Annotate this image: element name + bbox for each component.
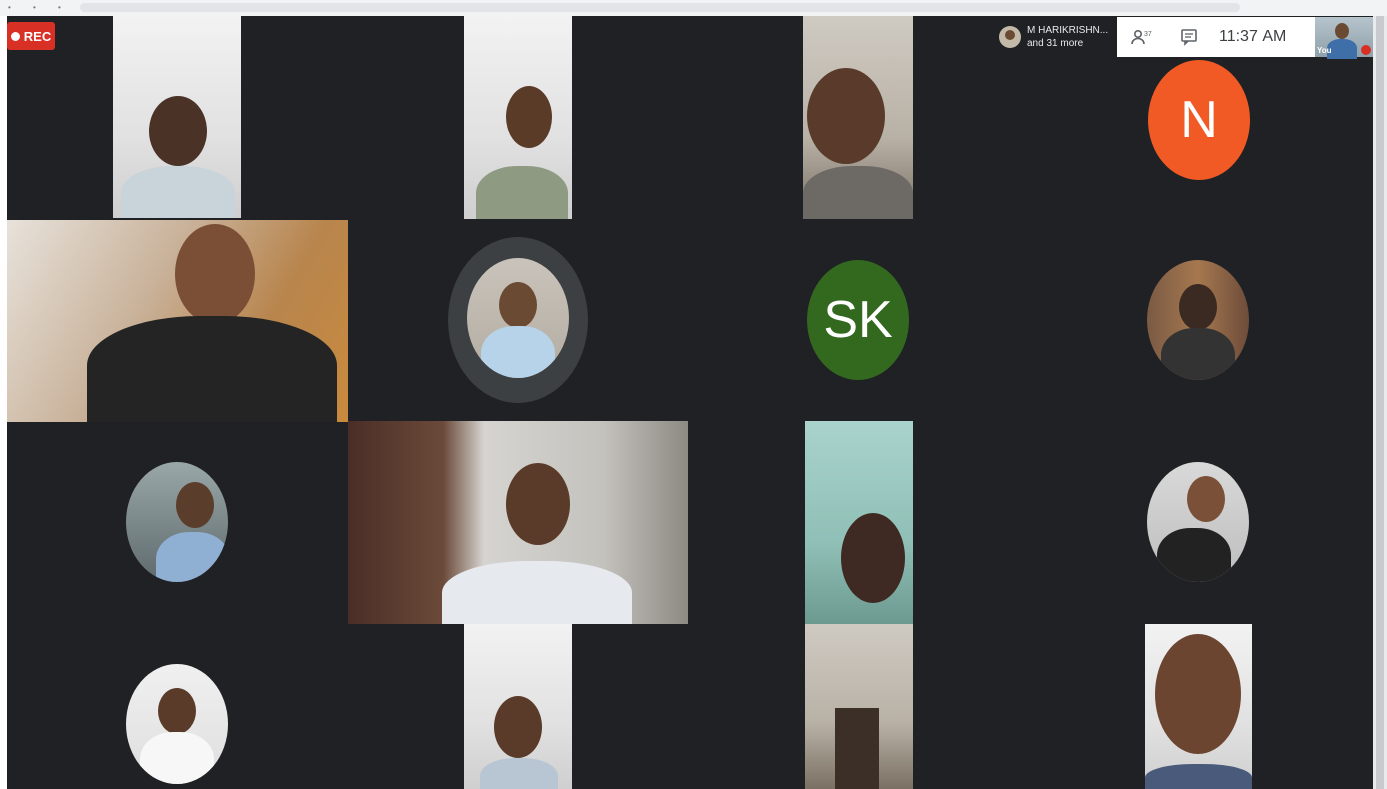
participant-body: [121, 166, 235, 218]
participant-avatar-photo[interactable]: [126, 664, 228, 784]
svg-text:37: 37: [1144, 31, 1152, 38]
participant-avatar-sk[interactable]: SK: [807, 260, 909, 380]
avatar-letter: N: [1180, 91, 1218, 149]
participant-body: [1145, 764, 1252, 789]
participant-head: [175, 224, 255, 324]
participant-head: [158, 688, 196, 734]
meeting-clock: 11:37 AM: [1219, 28, 1286, 46]
participant-head: [506, 86, 552, 148]
participant-head: [149, 96, 207, 166]
participant-body: [1161, 328, 1235, 380]
participants-summary[interactable]: M HARIKRISHN... and 31 more: [993, 17, 1117, 57]
participant-tile[interactable]: [464, 16, 572, 219]
scrollbar[interactable]: [1376, 16, 1384, 789]
meeting-grid: REC N SK M HARIKRISHN... and 31 more 37 …: [7, 16, 1373, 789]
recording-indicator: REC: [7, 22, 55, 50]
participant-body: [1157, 528, 1231, 582]
participant-head: [506, 463, 570, 545]
recording-label: REC: [23, 28, 52, 44]
participant-body: [481, 326, 555, 378]
participant-avatar-photo[interactable]: [126, 462, 228, 582]
participant-body: [140, 732, 214, 784]
participant-head: [176, 482, 214, 528]
participant-head: [1179, 284, 1217, 330]
participant-body: [803, 166, 913, 219]
participant-head: [494, 696, 542, 758]
people-icon[interactable]: 37: [1117, 17, 1165, 57]
self-view-thumbnail[interactable]: You: [1315, 17, 1373, 59]
participant-tile[interactable]: [113, 16, 241, 218]
avatar-letter: SK: [823, 291, 893, 349]
address-bar[interactable]: [80, 3, 1240, 12]
mic-off-icon: [1361, 45, 1371, 55]
self-head: [1335, 23, 1349, 39]
participant-head: [499, 282, 537, 328]
participant-head: [1187, 476, 1225, 522]
participant-avatar-photo[interactable]: [1147, 462, 1249, 582]
doorway: [835, 708, 879, 789]
participant-body: [442, 561, 632, 624]
participant-head: [807, 68, 885, 164]
record-dot-icon: [10, 31, 20, 41]
participant-avatar-photo[interactable]: [1147, 260, 1249, 380]
participant-tile-active[interactable]: [7, 220, 348, 422]
participant-tile[interactable]: [348, 421, 688, 624]
participant-tile[interactable]: [1145, 624, 1252, 789]
participant-tile[interactable]: [805, 624, 913, 789]
clock-time: 11:37: [1219, 28, 1258, 45]
meeting-top-bar: 37 11:37 AM: [1117, 17, 1315, 57]
participant-body: [480, 758, 558, 789]
chat-icon[interactable]: [1165, 17, 1213, 57]
clock-period: AM: [1262, 28, 1287, 45]
participant-tile[interactable]: [805, 421, 913, 624]
participant-avatar-photo[interactable]: [467, 258, 569, 378]
participant-body: [87, 316, 337, 422]
browser-nav-icons[interactable]: • • •: [8, 3, 71, 12]
participant-body: [476, 166, 568, 219]
participant-tile[interactable]: [464, 624, 572, 789]
participants-summary-line2: and 31 more: [1027, 38, 1084, 49]
participant-head: [1155, 634, 1241, 754]
self-label: You: [1317, 46, 1332, 55]
participants-summary-line1: M HARIKRISHN...: [1027, 25, 1109, 36]
participant-avatar-n[interactable]: N: [1148, 60, 1250, 180]
participant-head: [841, 513, 905, 603]
participant-body: [156, 532, 228, 582]
browser-toolbar: • • •: [0, 0, 1387, 16]
participant-mini-avatar: [999, 26, 1021, 48]
participant-tile[interactable]: [803, 16, 913, 219]
window-right-edge: [1373, 16, 1387, 789]
participants-summary-text: M HARIKRISHN... and 31 more: [1027, 24, 1108, 50]
